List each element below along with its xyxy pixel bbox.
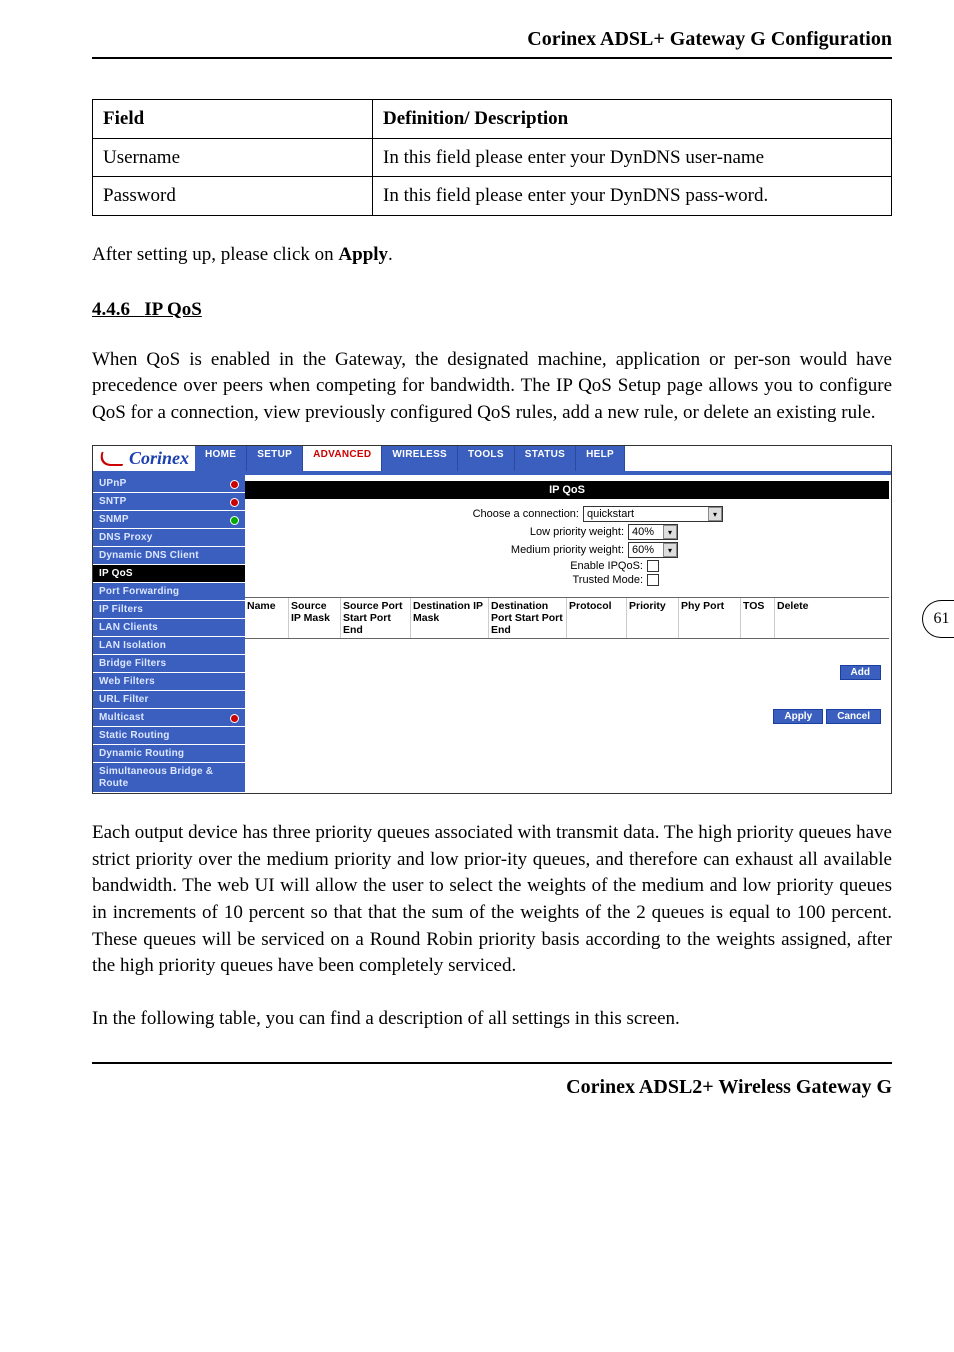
header-rule bbox=[92, 57, 892, 59]
sidebar-item-sntp[interactable]: SNTP bbox=[93, 493, 245, 511]
label-low-weight: Low priority weight: bbox=[458, 526, 628, 538]
cell-field: Password bbox=[93, 177, 373, 216]
apply-button[interactable]: Apply bbox=[773, 709, 823, 724]
sidebar-item-ip-filters[interactable]: IP Filters bbox=[93, 601, 245, 619]
label-med-weight: Medium priority weight: bbox=[458, 544, 628, 556]
tab-advanced[interactable]: ADVANCED bbox=[303, 446, 382, 471]
footer-title: Corinex ADSL2+ Wireless Gateway G bbox=[92, 1076, 892, 1099]
table-head-field: Field bbox=[93, 100, 373, 139]
sidebar-item-upnp[interactable]: UPnP bbox=[93, 475, 245, 493]
sidebar-item-snmp[interactable]: SNMP bbox=[93, 511, 245, 529]
sidebar: UPnPSNTPSNMPDNS ProxyDynamic DNS ClientI… bbox=[93, 475, 245, 793]
table-row: Password In this field please enter your… bbox=[93, 177, 892, 216]
cancel-button[interactable]: Cancel bbox=[826, 709, 881, 724]
col-dest-ip: Destination IP Mask bbox=[411, 598, 489, 638]
tab-tools[interactable]: TOOLS bbox=[458, 446, 515, 471]
apply-bold: Apply bbox=[338, 244, 388, 265]
col-phy-port: Phy Port bbox=[679, 598, 741, 638]
sidebar-item-lan-isolation[interactable]: LAN Isolation bbox=[93, 637, 245, 655]
main-tabs: HOME SETUP ADVANCED WIRELESS TOOLS STATU… bbox=[195, 446, 625, 471]
sidebar-item-ip-qos[interactable]: IP QoS bbox=[93, 565, 245, 583]
logo-swoosh-icon bbox=[96, 452, 127, 466]
tab-setup[interactable]: SETUP bbox=[247, 446, 303, 471]
status-dot-icon bbox=[230, 480, 239, 489]
med-weight-select[interactable]: 60% bbox=[628, 542, 678, 558]
panel-title: IP QoS bbox=[245, 481, 889, 499]
sidebar-item-simultaneous-bridge-route[interactable]: Simultaneous Bridge & Route bbox=[93, 763, 245, 793]
text: . bbox=[388, 244, 393, 265]
label-enable-ipqos: Enable IPQoS: bbox=[477, 560, 647, 572]
paragraph-after-setting: After setting up, please click on Apply. bbox=[92, 242, 892, 269]
sidebar-item-url-filter[interactable]: URL Filter bbox=[93, 691, 245, 709]
col-protocol: Protocol bbox=[567, 598, 627, 638]
sidebar-item-lan-clients[interactable]: LAN Clients bbox=[93, 619, 245, 637]
page-number-badge: 61 bbox=[922, 600, 954, 638]
low-weight-select[interactable]: 40% bbox=[628, 524, 678, 540]
sidebar-item-multicast[interactable]: Multicast bbox=[93, 709, 245, 727]
section-number: 4.4.6 bbox=[92, 299, 130, 320]
tab-home[interactable]: HOME bbox=[195, 446, 247, 471]
header-title: Corinex ADSL+ Gateway G Configuration bbox=[92, 28, 892, 51]
cell-field: Username bbox=[93, 138, 373, 177]
sidebar-item-dynamic-routing[interactable]: Dynamic Routing bbox=[93, 745, 245, 763]
status-dot-icon bbox=[230, 516, 239, 525]
sidebar-item-dynamic-dns-client[interactable]: Dynamic DNS Client bbox=[93, 547, 245, 565]
connection-select[interactable]: quickstart bbox=[583, 506, 723, 522]
col-source-port: Source Port Start Port End bbox=[341, 598, 411, 638]
label-trusted-mode: Trusted Mode: bbox=[477, 574, 647, 586]
sidebar-item-dns-proxy[interactable]: DNS Proxy bbox=[93, 529, 245, 547]
logo-text: Corinex bbox=[129, 448, 189, 469]
paragraph-following: In the following table, you can find a d… bbox=[92, 1006, 892, 1033]
tab-status[interactable]: STATUS bbox=[515, 446, 576, 471]
label-connection: Choose a connection: bbox=[413, 508, 583, 520]
col-dest-port: Destination Port Start Port End bbox=[489, 598, 567, 638]
table-head-definition: Definition/ Description bbox=[373, 100, 892, 139]
col-delete: Delete bbox=[775, 598, 823, 638]
corinex-logo: Corinex bbox=[93, 446, 195, 471]
trusted-mode-checkbox[interactable] bbox=[647, 574, 659, 586]
col-priority: Priority bbox=[627, 598, 679, 638]
sidebar-item-port-forwarding[interactable]: Port Forwarding bbox=[93, 583, 245, 601]
tab-help[interactable]: HELP bbox=[576, 446, 625, 471]
section-heading: 4.4.6 IP QoS bbox=[92, 299, 892, 321]
status-dot-icon bbox=[230, 714, 239, 723]
tab-wireless[interactable]: WIRELESS bbox=[382, 446, 458, 471]
col-tos: TOS bbox=[741, 598, 775, 638]
section-title: IP QoS bbox=[144, 299, 202, 320]
paragraph-output: Each output device has three priority qu… bbox=[92, 820, 892, 980]
status-dot-icon bbox=[230, 498, 239, 507]
col-name: Name bbox=[245, 598, 289, 638]
sidebar-item-web-filters[interactable]: Web Filters bbox=[93, 673, 245, 691]
table-row: Username In this field please enter your… bbox=[93, 138, 892, 177]
col-source-ip: Source IP Mask bbox=[289, 598, 341, 638]
ip-qos-screenshot: Corinex HOME SETUP ADVANCED WIRELESS TOO… bbox=[92, 445, 892, 794]
field-definition-table: Field Definition/ Description Username I… bbox=[92, 99, 892, 216]
main-panel: IP QoS Choose a connection: quickstart ▾… bbox=[245, 475, 891, 793]
rules-table-header: Name Source IP Mask Source Port Start Po… bbox=[245, 597, 889, 639]
cell-definition: In this field please enter your DynDNS p… bbox=[373, 177, 892, 216]
sidebar-item-bridge-filters[interactable]: Bridge Filters bbox=[93, 655, 245, 673]
add-button[interactable]: Add bbox=[840, 665, 881, 680]
text: After setting up, please click on bbox=[92, 244, 338, 265]
sidebar-item-static-routing[interactable]: Static Routing bbox=[93, 727, 245, 745]
footer-rule bbox=[92, 1062, 892, 1064]
cell-definition: In this field please enter your DynDNS u… bbox=[373, 138, 892, 177]
paragraph-intro: When QoS is enabled in the Gateway, the … bbox=[92, 347, 892, 427]
enable-ipqos-checkbox[interactable] bbox=[647, 560, 659, 572]
